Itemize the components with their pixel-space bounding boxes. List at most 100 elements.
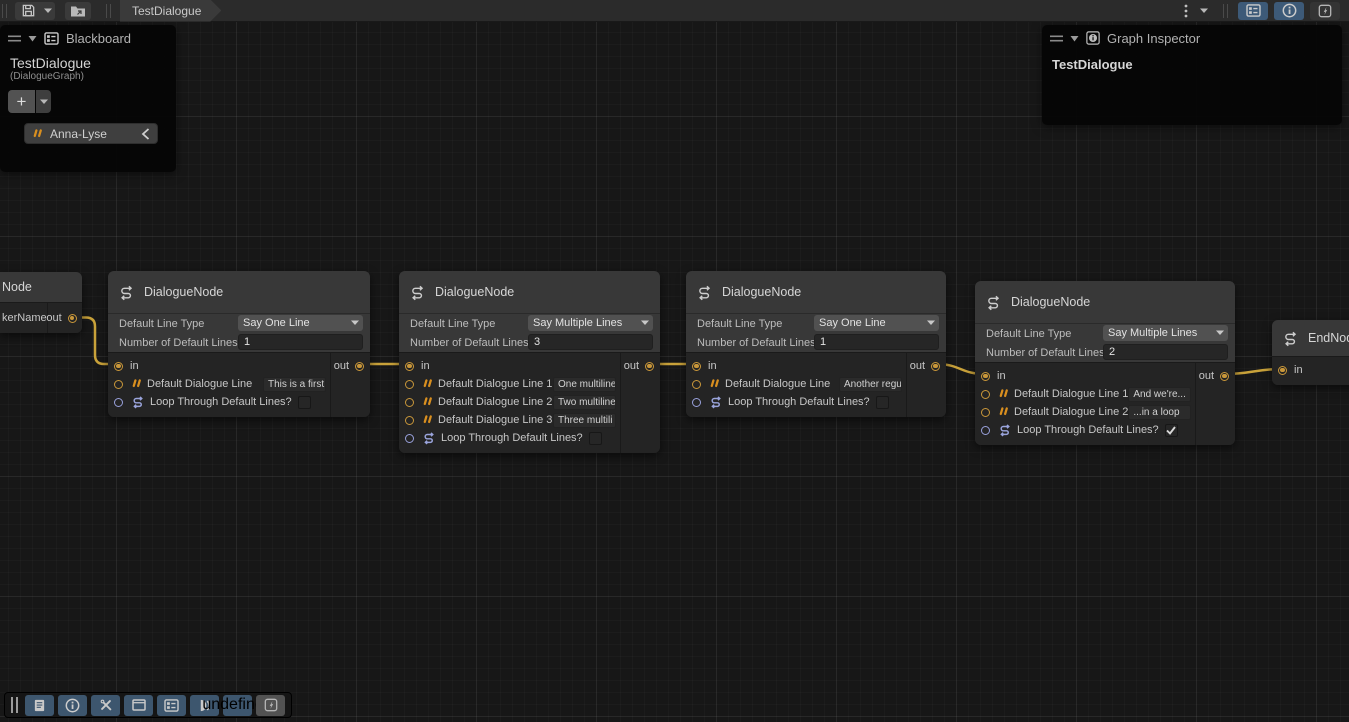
toolbar-button-window[interactable] xyxy=(124,695,153,716)
port-string[interactable] xyxy=(405,416,414,425)
dropdown-default-line-type[interactable]: Say Multiple Lines xyxy=(528,315,653,331)
toolbar-button-options[interactable]: undefined xyxy=(223,695,252,716)
caret-down-icon xyxy=(927,320,935,325)
toolbar-button-flag[interactable] xyxy=(256,695,285,716)
save-options-button[interactable] xyxy=(41,2,55,20)
port-value-field[interactable]: One multiline xyxy=(553,377,616,392)
caret-down-icon xyxy=(44,8,52,13)
dropdown-default-line-type[interactable]: Say Multiple Lines xyxy=(1103,325,1228,341)
port-value-field[interactable]: And we're... xyxy=(1128,387,1191,402)
port-bool[interactable] xyxy=(405,434,414,443)
node-dialoguenode-4[interactable]: DialogueNodeDefault Line TypeSay Multipl… xyxy=(975,281,1235,445)
tab-testdialogue[interactable]: TestDialogue xyxy=(120,0,221,22)
port-string[interactable] xyxy=(405,380,414,389)
out-port-label: out xyxy=(1199,370,1214,382)
loop-icon xyxy=(709,395,723,409)
blackboard-graph-name: TestDialogue xyxy=(0,51,176,71)
node-title-label: DialogueNode xyxy=(435,285,514,299)
port-string[interactable] xyxy=(692,380,701,389)
blackboard-field-label: Anna-Lyse xyxy=(50,127,134,141)
input-number-of-default-lines[interactable]: 1 xyxy=(238,334,363,350)
blackboard-title: Blackboard xyxy=(66,31,131,46)
port-string[interactable] xyxy=(981,408,990,417)
port-value-field[interactable]: ...in a loop xyxy=(1128,405,1191,420)
loop-checkbox[interactable] xyxy=(298,396,311,409)
document-icon xyxy=(33,699,46,712)
port-exec[interactable] xyxy=(692,362,701,371)
graph-inspector-header[interactable]: Graph Inspector xyxy=(1042,25,1342,51)
toolbar-button-document[interactable] xyxy=(25,695,54,716)
node-node-0[interactable]: NodekerNameout xyxy=(0,272,82,333)
node-flow-icon xyxy=(1282,330,1299,347)
add-variable-button[interactable]: + xyxy=(8,90,35,113)
input-number-of-default-lines[interactable]: 1 xyxy=(814,334,939,350)
loop-checkbox[interactable] xyxy=(589,432,602,445)
port-exec[interactable] xyxy=(1278,366,1287,375)
port-string[interactable] xyxy=(114,380,123,389)
quote-icon xyxy=(422,379,433,389)
chevron-left-icon[interactable] xyxy=(141,128,150,140)
port-label: Default Dialogue Line 3 xyxy=(438,414,552,426)
node-title-label: DialogueNode xyxy=(1011,295,1090,309)
port-string[interactable] xyxy=(981,390,990,399)
port-value-field[interactable]: Three multili xyxy=(553,413,616,428)
port-exec[interactable] xyxy=(645,362,654,371)
collapse-triangle-icon[interactable] xyxy=(1070,35,1079,42)
caret-down-icon xyxy=(641,320,649,325)
node-title: DialogueNode xyxy=(399,271,660,313)
port-exec[interactable] xyxy=(405,362,414,371)
port-bool[interactable] xyxy=(692,398,701,407)
inspector-graph-name: TestDialogue xyxy=(1042,51,1342,72)
node-properties: Default Line TypeSay Multiple LinesNumbe… xyxy=(399,313,660,352)
input-number-of-default-lines[interactable]: 2 xyxy=(1103,344,1228,360)
port-exec[interactable] xyxy=(114,362,123,371)
blackboard-header[interactable]: Blackboard xyxy=(0,25,176,51)
node-dialoguenode-2[interactable]: DialogueNode Default Line TypeSay Multipl… xyxy=(399,271,660,453)
node-dialoguenode-3[interactable]: DialogueNodeDefault Line TypeSay One Lin… xyxy=(686,271,946,417)
loop-checkbox[interactable] xyxy=(876,396,889,409)
toolbar-button-tools[interactable] xyxy=(91,695,120,716)
graph-editor-canvas[interactable]: NodekerNameoutDialogueNodeDefault Line T… xyxy=(0,0,1349,722)
add-variable-caret-button[interactable] xyxy=(36,90,51,113)
port-value-field[interactable]: Two multiline xyxy=(553,395,616,410)
blackboard-field-anna-lyse[interactable]: Anna-Lyse xyxy=(24,123,158,144)
node-endnode-5[interactable]: EndNodein xyxy=(1272,320,1349,385)
save-button[interactable] xyxy=(15,2,41,20)
dropdown-default-line-type[interactable]: Say One Line xyxy=(814,315,939,331)
toggle-blackboard-button[interactable] xyxy=(1238,2,1268,20)
toolbar-button-info[interactable] xyxy=(58,695,87,716)
toggle-flag-panel-button[interactable] xyxy=(1310,2,1340,20)
toolbar-separator xyxy=(6,4,7,18)
open-asset-button[interactable] xyxy=(65,2,91,20)
port-exec[interactable] xyxy=(1220,372,1229,381)
loop-icon xyxy=(131,395,145,409)
port-exec[interactable] xyxy=(355,362,364,371)
port-exec[interactable] xyxy=(68,314,77,323)
window-icon xyxy=(132,699,146,711)
blackboard-icon xyxy=(164,699,179,712)
loop-checkbox[interactable] xyxy=(1165,424,1178,437)
drag-handle-icon[interactable] xyxy=(8,35,21,42)
dropdown-default-line-type[interactable]: Say One Line xyxy=(238,315,363,331)
toggle-inspector-button[interactable] xyxy=(1274,2,1304,20)
overflow-menu-button[interactable] xyxy=(1178,2,1194,20)
blackboard-icon xyxy=(1246,4,1261,17)
drag-handle-icon[interactable] xyxy=(1050,35,1063,42)
toolbar-button-blackboard[interactable] xyxy=(157,695,186,716)
node-dialoguenode-1[interactable]: DialogueNodeDefault Line TypeSay One Lin… xyxy=(108,271,370,417)
port-exec[interactable] xyxy=(981,372,990,381)
port-string[interactable] xyxy=(405,398,414,407)
collapse-triangle-icon[interactable] xyxy=(28,35,37,42)
port-bool[interactable] xyxy=(981,426,990,435)
input-number-of-default-lines[interactable]: 3 xyxy=(528,334,653,350)
port-label: Loop Through Default Lines? xyxy=(150,396,292,408)
port-value-field[interactable]: This is a first xyxy=(263,377,326,392)
port-value-field[interactable]: Another regu xyxy=(839,377,902,392)
port-bool[interactable] xyxy=(114,398,123,407)
node-flow-icon xyxy=(409,284,426,301)
port-exec[interactable] xyxy=(931,362,940,371)
node-properties: Default Line TypeSay One LineNumber of D… xyxy=(108,313,370,352)
toolbar-drag-handle[interactable] xyxy=(11,697,18,713)
overflow-caret-button[interactable] xyxy=(1196,2,1212,20)
toolbar-separator xyxy=(110,4,111,18)
